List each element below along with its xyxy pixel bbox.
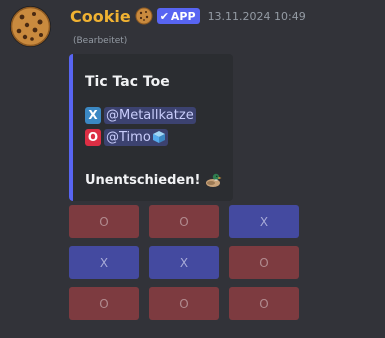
embed: Tic Tac Toe X @Metallkatze O @Timo Unent… [69, 54, 233, 201]
result-text: Unentschieden! [85, 172, 201, 188]
board-cell-5[interactable]: X [149, 246, 219, 279]
edited-label: (Bearbeitet) [73, 36, 128, 46]
cookie-avatar-icon [10, 6, 51, 47]
message-header: Cookie ✔ APP 13.11.2024 10:49 [70, 4, 306, 28]
checkmark-icon: ✔ [159, 9, 169, 23]
x-emoji-icon: X [85, 106, 101, 124]
board-cell-1[interactable]: O [69, 205, 139, 238]
timestamp[interactable]: 13.11.2024 10:49 [208, 10, 306, 23]
embed-title: Tic Tac Toe [85, 74, 170, 90]
board-cell-9[interactable]: O [229, 287, 299, 320]
board-cell-6[interactable]: O [229, 246, 299, 279]
mention-timo[interactable]: @Timo [104, 128, 168, 146]
chat-message: Cookie ✔ APP 13.11.2024 10:49 (Bearbeite… [0, 0, 385, 338]
duck-icon [204, 171, 222, 189]
username[interactable]: Cookie [70, 7, 131, 26]
board-cell-8[interactable]: O [149, 287, 219, 320]
board-cell-2[interactable]: O [149, 205, 219, 238]
player-row-x: X @Metallkatze [85, 105, 233, 125]
result-text-row: Unentschieden! [85, 171, 233, 189]
app-badge-label: APP [170, 9, 196, 23]
mention-label: @Metallkatze [106, 107, 194, 123]
mention-label: @Timo [106, 129, 151, 145]
tic-tac-toe-board: O O X X X O O O O [69, 205, 299, 320]
cookie-icon [135, 7, 153, 25]
avatar[interactable] [10, 6, 51, 47]
board-cell-3[interactable]: X [229, 205, 299, 238]
o-emoji-icon: O [85, 128, 101, 146]
mention-metallkatze[interactable]: @Metallkatze [104, 106, 196, 124]
app-badge: ✔ APP [156, 8, 200, 24]
board-cell-4[interactable]: X [69, 246, 139, 279]
ice-cube-icon [152, 130, 166, 144]
board-cell-7[interactable]: O [69, 287, 139, 320]
player-row-o: O @Timo [85, 127, 233, 147]
